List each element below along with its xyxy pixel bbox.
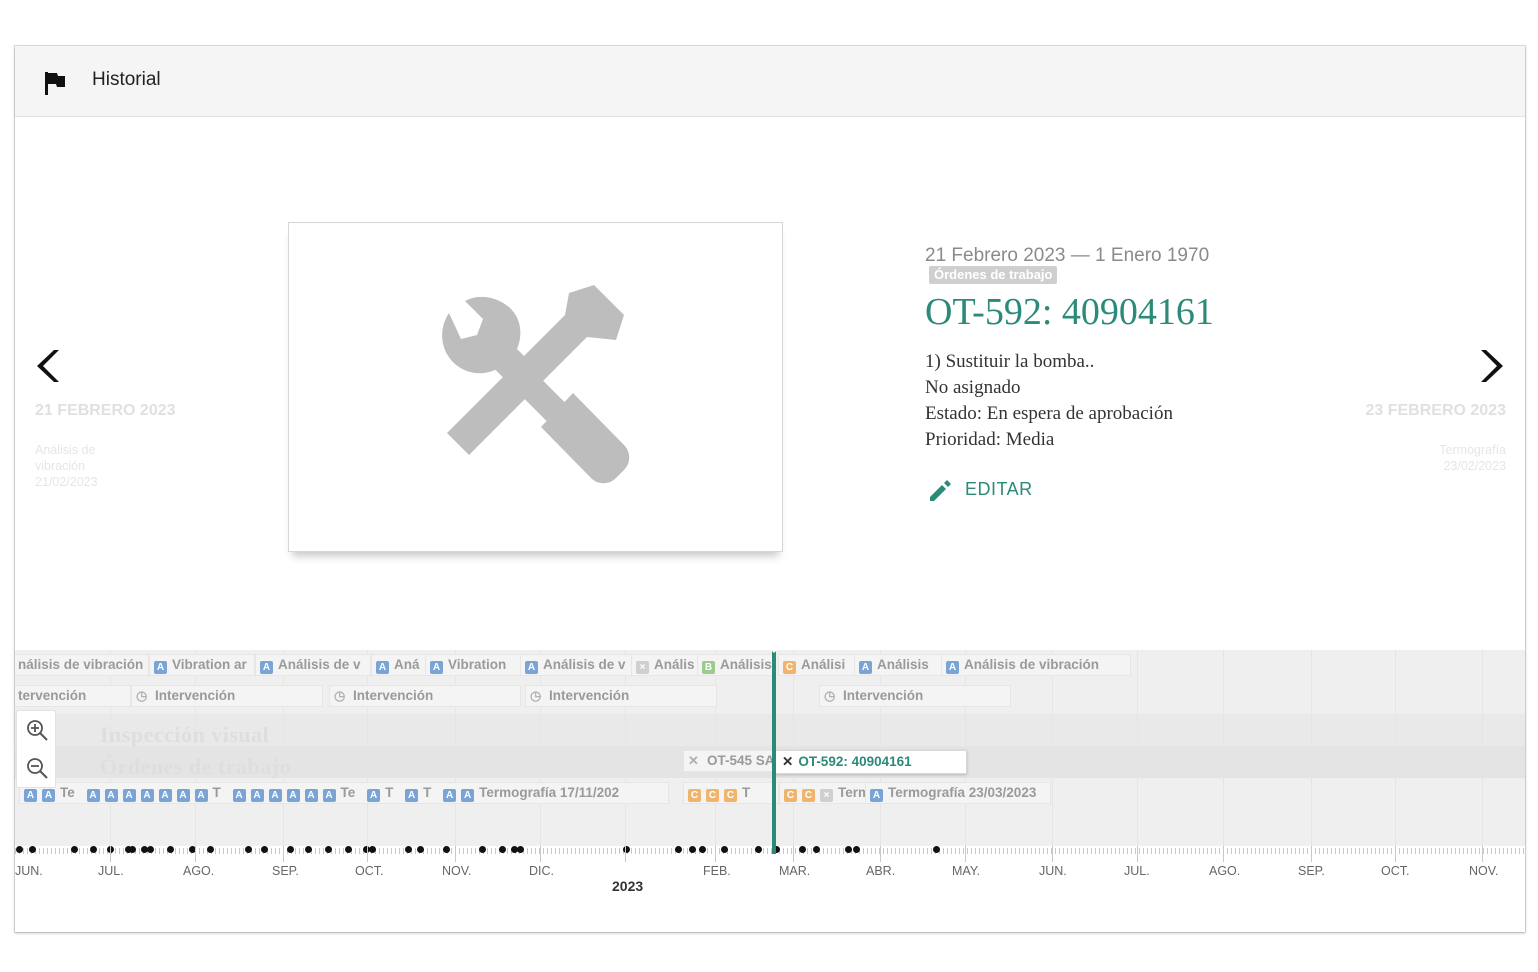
timeline-item[interactable]: A Aná <box>371 654 427 676</box>
timeline-item[interactable]: A Análisis de v <box>520 654 632 676</box>
event-info: 21 Febrero 2023 — 1 Enero 1970 Órdenes d… <box>925 246 1305 453</box>
prev-slide-desc[interactable]: Análisis de vibración 21/02/2023 <box>35 442 135 490</box>
slide-media <box>288 222 783 552</box>
history-card: Historial 21 FEBRERO 2023 Análisis de vi… <box>15 46 1525 932</box>
month-label: NOV. <box>1469 864 1499 878</box>
month-label: JUN. <box>1039 864 1067 878</box>
timeline-item[interactable]: A Vibration ar <box>149 654 255 676</box>
group-label-ordenes: Órdenes de trabajo <box>100 754 292 779</box>
timeline-item[interactable]: B Análisis <box>697 654 775 676</box>
current-time-marker-tip <box>767 646 781 653</box>
timeline-item[interactable]: C Análisi <box>778 654 856 676</box>
month-label: AGO. <box>183 864 215 878</box>
chevron-right-icon[interactable] <box>1473 346 1507 386</box>
timeline-item[interactable]: ◷ Intervención <box>329 685 521 707</box>
header-title: Historial <box>92 69 161 90</box>
tools-icon: ✕ <box>688 753 699 768</box>
event-date-range: 21 Febrero 2023 — 1 Enero 1970 <box>925 245 1210 266</box>
month-label: AGO. <box>1209 864 1241 878</box>
event-priority: Prioridad: Media <box>925 429 1055 450</box>
timeline-ruler <box>15 848 1525 854</box>
next-slide-desc[interactable]: Termografía 23/02/2023 <box>1406 442 1506 474</box>
event-status: Estado: En espera de aprobación <box>925 403 1173 424</box>
timeline-item[interactable]: A Vibration <box>425 654 521 676</box>
clock-icon: ◷ <box>530 688 542 703</box>
timeline-item[interactable]: ◷ Intervención <box>819 685 1011 707</box>
timeline-item[interactable]: ◷ Intervención <box>131 685 323 707</box>
month-label: JUN. <box>15 864 43 878</box>
month-label: MAY. <box>952 864 981 878</box>
timeline-item[interactable]: A Termografía 23/03/2023 <box>865 782 1051 804</box>
next-slide-date[interactable]: 23 FEBRERO 2023 <box>1346 403 1506 419</box>
timeline-item[interactable]: C C × Term <box>779 782 869 804</box>
tools-icon <box>442 285 630 484</box>
timeline[interactable]: nálisis de vibración A Vibration ar A Anál… <box>15 646 1525 932</box>
zoom-in-icon[interactable] <box>25 718 49 742</box>
group-label-inspeccion: Inspección visual <box>100 722 270 747</box>
month-label: MAR. <box>779 864 811 878</box>
category-badge: Órdenes de trabajo <box>929 266 1058 284</box>
zoom-out-icon[interactable] <box>25 756 49 780</box>
month-label: ABR. <box>866 864 896 878</box>
month-label: JUL. <box>98 864 124 878</box>
pencil-icon <box>930 480 951 501</box>
timeline-item[interactable]: tervención <box>15 685 131 707</box>
timeline-item[interactable]: × Anális <box>631 654 699 676</box>
year-label: 2023 <box>612 878 644 894</box>
event-assignee: No asignado <box>925 377 1021 398</box>
zoom-controls <box>16 710 56 788</box>
timeline-item[interactable]: A Análisis <box>854 654 942 676</box>
month-label: OCT. <box>1381 864 1410 878</box>
prev-slide-date[interactable]: 21 FEBRERO 2023 <box>35 403 195 419</box>
chevron-left-icon[interactable] <box>33 346 67 386</box>
slide-area: 21 FEBRERO 2023 Análisis de vibración 21… <box>15 118 1525 650</box>
event-details: 1) Sustituir la bomba.. No asignado Esta… <box>925 349 1305 453</box>
timeline-item[interactable]: A Análisis de vibración <box>941 654 1131 676</box>
clock-icon: ◷ <box>824 688 836 703</box>
month-label: SEP. <box>272 864 299 878</box>
timeline-item[interactable]: ✕ OT-545 SA <box>683 750 777 772</box>
flag-icon <box>45 72 65 95</box>
month-label: NOV. <box>442 864 472 878</box>
month-label: SEP. <box>1298 864 1325 878</box>
card-header: Historial <box>15 46 1525 117</box>
tools-icon: ✕ <box>782 754 794 769</box>
event-title: OT-592: 40904161 <box>925 291 1214 333</box>
timeline-item[interactable]: ◷ Intervención <box>525 685 717 707</box>
timeline-item-selected[interactable]: ✕ OT-592: 40904161 <box>775 750 967 774</box>
month-label: OCT. <box>355 864 384 878</box>
event-dates: 21 Febrero 2023 — 1 Enero 1970 Órdenes d… <box>925 246 1305 286</box>
month-label: FEB. <box>703 864 731 878</box>
edit-label: EDITAR <box>965 479 1033 499</box>
month-label: DIC. <box>529 864 554 878</box>
event-task: 1) Sustituir la bomba.. <box>925 351 1095 372</box>
timeline-item[interactable]: nálisis de vibración <box>15 654 149 676</box>
timeline-item[interactable]: A Análisis de v <box>255 654 371 676</box>
clock-icon: ◷ <box>334 688 346 703</box>
current-time-marker[interactable] <box>772 650 776 854</box>
month-label: JUL. <box>1124 864 1150 878</box>
clock-icon: ◷ <box>136 688 148 703</box>
timeline-row-termografia-c[interactable]: CCCT <box>683 782 779 804</box>
timeline-row-termografia[interactable]: A A Te AAAAAAAT A A A A A A Te AT AT A A Termograf… <box>19 782 669 804</box>
